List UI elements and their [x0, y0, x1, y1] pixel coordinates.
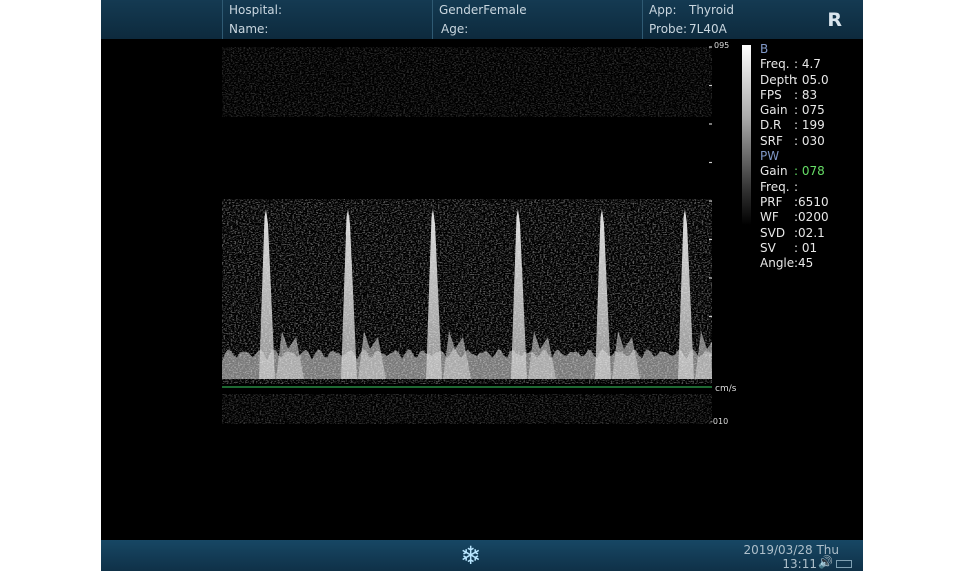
battery-icon — [836, 560, 852, 568]
pw-param-row: Angle:45 — [760, 256, 829, 271]
scale-unit-label: cm/s — [715, 384, 737, 394]
b-param-value: : 030 — [794, 133, 825, 148]
b-param-value: : 05.0 — [794, 72, 829, 87]
pw-param-row: Gain : 078 — [760, 164, 829, 179]
b-param-key: Freq. — [760, 57, 790, 72]
probe-value: 7L40A — [689, 22, 727, 36]
b-param-row: Depth: 05.0 — [760, 73, 829, 88]
app-label: App: — [649, 3, 677, 17]
b-param-row: Gain : 075 — [760, 103, 829, 118]
b-mode-title: B — [760, 42, 769, 56]
b-param-key: SRF — [760, 133, 783, 148]
b-mode-params: Freq.: 4.7 Depth: 05.0 FPS: 83 Gain: 075 D.R… — [760, 57, 829, 149]
pw-param-value: : 078 — [794, 164, 825, 179]
pw-param-key: Freq. — [760, 179, 790, 194]
b-param-key: Gain — [760, 103, 788, 118]
patient-header: Hospital: Name: GenderFemale Age: App: T… — [101, 0, 863, 39]
probe-label: Probe: — [649, 22, 688, 36]
doppler-spectrum — [222, 46, 712, 424]
pw-param-row: SVD :02.1 — [760, 226, 829, 241]
b-param-key: FPS — [760, 87, 782, 102]
pw-param-key: SV — [760, 240, 776, 255]
b-param-row: Freq. : 4.7 — [760, 57, 829, 72]
pw-param-key: Angle — [760, 256, 795, 271]
name-label: Name: — [229, 22, 269, 36]
b-param-value: : 83 — [794, 87, 818, 102]
pw-param-value: :6510 — [794, 194, 829, 209]
pw-param-key: Gain — [760, 164, 788, 179]
pw-param-value: : — [794, 179, 799, 194]
pw-param-key: SVD — [760, 225, 786, 240]
pw-param-key: PRF — [760, 194, 783, 209]
status-footer: ❄ 2019/03/28 Thu 13:11 🔊 — [101, 540, 863, 571]
pw-param-row: SV : 01 — [760, 241, 829, 256]
pw-param-value: : 01 — [794, 240, 818, 255]
ultrasound-screen: Hospital: Name: GenderFemale Age: App: T… — [101, 0, 863, 571]
grayscale-bar — [742, 45, 751, 225]
b-param-key: Depth — [760, 72, 797, 87]
background-noise — [222, 47, 712, 117]
b-param-row: SRF : 030 — [760, 134, 829, 149]
b-param-row: D.R : 199 — [760, 118, 829, 133]
orientation-marker: R — [827, 9, 842, 31]
reverse-noise — [222, 394, 712, 424]
b-param-key: D.R — [760, 118, 782, 133]
pw-param-row: Freq.: — [760, 180, 829, 195]
pw-param-value: :45 — [794, 256, 814, 271]
speaker-icon[interactable]: 🔊 — [818, 555, 833, 569]
pw-param-key: WF — [760, 210, 779, 225]
waveform — [222, 199, 712, 384]
b-param-value: : 199 — [794, 118, 825, 133]
pw-param-row: WF :0200 — [760, 210, 829, 225]
hospital-cell: Hospital: Name: — [222, 0, 433, 39]
waveform-speckle — [222, 199, 712, 384]
scale-max-label: 095 — [714, 41, 730, 50]
pw-mode-title: PW — [760, 149, 780, 164]
scale-min-label: -010 — [710, 417, 729, 426]
app-value: Thyroid — [689, 3, 734, 17]
b-param-value: : 4.7 — [794, 57, 821, 72]
time-label: 13:11 — [782, 557, 817, 571]
pw-param-value: :0200 — [794, 210, 829, 225]
b-param-value: : 075 — [794, 103, 825, 118]
pw-mode-params: Gain: 078 Freq.: PRF:6510 WF:0200 SVD:02.1 SV… — [760, 164, 829, 271]
b-param-row: FPS : 83 — [760, 88, 829, 103]
gender-label: GenderFemale — [439, 3, 527, 17]
pw-param-row: PRF :6510 — [760, 195, 829, 210]
pw-param-value: :02.1 — [794, 225, 825, 240]
age-label: Age: — [441, 22, 469, 36]
hospital-label: Hospital: — [229, 3, 283, 17]
snowflake-icon[interactable]: ❄ — [460, 541, 481, 570]
parameter-panel: B Freq.: 4.7 Depth: 05.0 FPS: 83 Gain: 075 D… — [760, 42, 829, 271]
gender-cell: GenderFemale Age: — [432, 0, 643, 39]
